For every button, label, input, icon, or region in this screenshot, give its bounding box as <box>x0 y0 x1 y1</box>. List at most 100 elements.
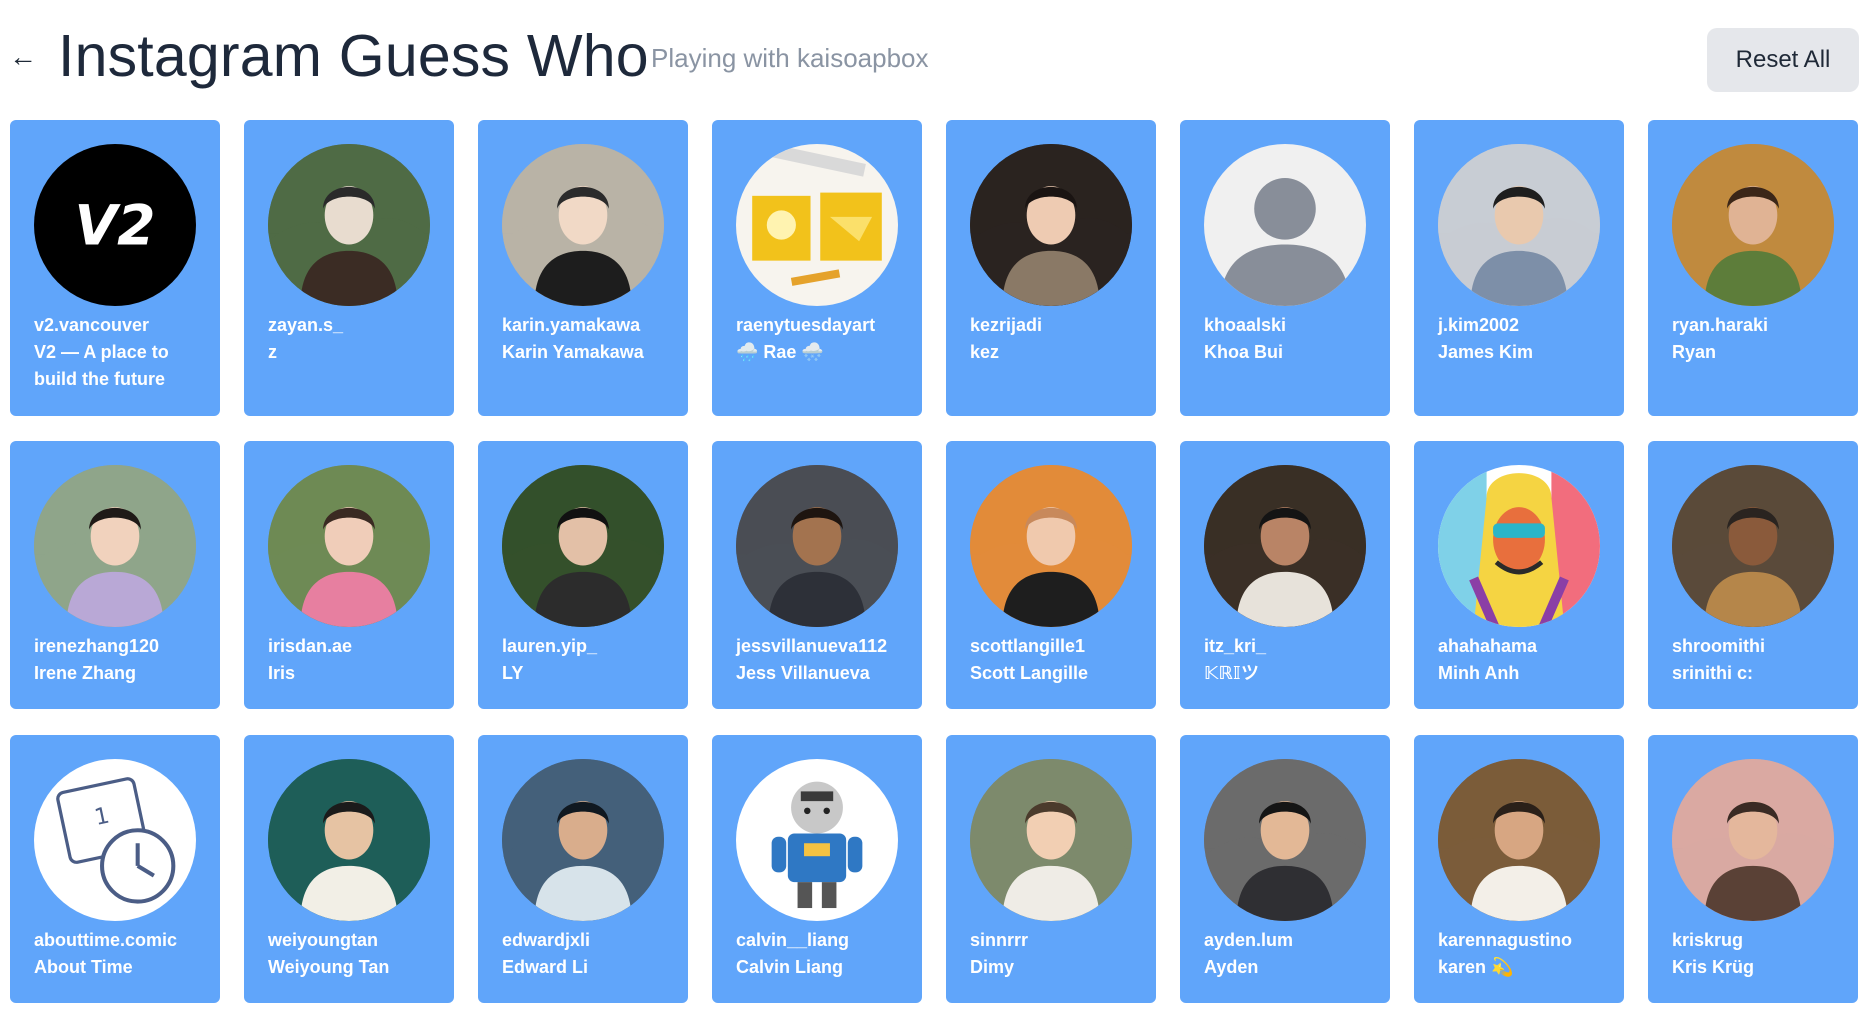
profile-card[interactable]: itz_kri_ 𝕂ℝ𝕀ツ <box>1180 441 1390 709</box>
avatar <box>1438 465 1600 627</box>
display-name: Weiyoung Tan <box>268 957 390 977</box>
username: calvin__liang <box>736 930 850 950</box>
username: ayden.lum <box>1204 930 1294 950</box>
username: kriskrug <box>1672 930 1744 950</box>
avatar: 1 <box>34 759 196 921</box>
card-text: itz_kri_ 𝕂ℝ𝕀ツ <box>1204 633 1376 687</box>
profile-card[interactable]: ryan.haraki Ryan <box>1648 120 1858 416</box>
username: v2.vancouver <box>34 315 150 335</box>
card-text: kriskrug Kris Krüg <box>1672 927 1844 981</box>
display-name: Scott Langille <box>970 663 1089 683</box>
card-text: edwardjxli Edward Li <box>502 927 674 981</box>
profile-grid: V2 v2.vancouver V2 — A place to build the f… <box>0 0 1875 1035</box>
avatar <box>1672 759 1834 921</box>
card-text: ahahahama Minh Anh <box>1438 633 1610 687</box>
profile-card[interactable]: 1 abouttime.comic About Time <box>10 735 220 1003</box>
card-text: abouttime.comic About Time <box>34 927 206 981</box>
username: lauren.yip_ <box>502 636 598 656</box>
display-name: karen 💫 <box>1438 957 1514 977</box>
display-name: About Time <box>34 957 133 977</box>
card-text: ryan.haraki Ryan <box>1672 312 1844 366</box>
avatar <box>1204 465 1366 627</box>
username: shroomithi <box>1672 636 1765 656</box>
card-text: weiyoungtan Weiyoung Tan <box>268 927 440 981</box>
card-text: calvin__liang Calvin Liang <box>736 927 908 981</box>
card-text: ayden.lum Ayden <box>1204 927 1376 981</box>
card-text: karennagustino karen 💫 <box>1438 927 1610 981</box>
avatar <box>1672 465 1834 627</box>
display-name: Minh Anh <box>1438 663 1520 683</box>
profile-card[interactable]: karin.yamakawa Karin Yamakawa <box>478 120 688 416</box>
username: kezrijadi <box>970 315 1043 335</box>
avatar <box>1204 144 1366 306</box>
profile-card[interactable]: weiyoungtan Weiyoung Tan <box>244 735 454 1003</box>
username: zayan.s_ <box>268 315 344 335</box>
avatar <box>268 465 430 627</box>
username: karennagustino <box>1438 930 1573 950</box>
card-text: irisdan.ae Iris <box>268 633 440 687</box>
profile-card[interactable]: scottlangille1 Scott Langille <box>946 441 1156 709</box>
card-text: shroomithi srinithi c: <box>1672 633 1844 687</box>
avatar <box>736 144 898 306</box>
display-name: Dimy <box>970 957 1015 977</box>
card-text: zayan.s_z <box>268 312 440 366</box>
avatar <box>1204 759 1366 921</box>
profile-card[interactable]: irenezhang120 Irene Zhang <box>10 441 220 709</box>
avatar <box>502 759 664 921</box>
display-name-line: build the future <box>34 369 165 389</box>
username: j.kim2002 <box>1438 315 1520 335</box>
avatar <box>1438 759 1600 921</box>
profile-card[interactable]: shroomithi srinithi c: <box>1648 441 1858 709</box>
display-name: Ryan <box>1672 342 1717 362</box>
username: sinnrrr <box>970 930 1029 950</box>
display-name: Kris Krüg <box>1672 957 1755 977</box>
card-text: irenezhang120 Irene Zhang <box>34 633 206 687</box>
profile-card[interactable]: irisdan.ae Iris <box>244 441 454 709</box>
profile-card[interactable]: kriskrug Kris Krüg <box>1648 735 1858 1003</box>
card-text: sinnrrr Dimy <box>970 927 1142 981</box>
username: karin.yamakawa <box>502 315 641 335</box>
profile-card[interactable]: calvin__liang Calvin Liang <box>712 735 922 1003</box>
card-text: lauren.yip_ LY <box>502 633 674 687</box>
profile-card[interactable]: j.kim2002 James Kim <box>1414 120 1624 416</box>
display-name: Iris <box>268 663 296 683</box>
display-name: LY <box>502 663 524 683</box>
profile-card[interactable]: edwardjxli Edward Li <box>478 735 688 1003</box>
card-text: raenytuesdayart 🌧️ Rae 🌨️ <box>736 312 908 366</box>
card-text: jessvillanueva112 Jess Villanueva <box>736 633 908 687</box>
username: irenezhang120 <box>34 636 160 656</box>
display-name: z <box>268 342 277 362</box>
display-name: srinithi c: <box>1672 663 1754 683</box>
profile-card[interactable]: raenytuesdayart 🌧️ Rae 🌨️ <box>712 120 922 416</box>
profile-card[interactable]: karennagustino karen 💫 <box>1414 735 1624 1003</box>
display-name: kez <box>970 342 1000 362</box>
display-name: Karin Yamakawa <box>502 342 644 362</box>
card-text: v2.vancouver V2 — A place to build the fut… <box>34 312 206 393</box>
display-name: Ayden <box>1204 957 1259 977</box>
profile-card[interactable]: ayden.lum Ayden <box>1180 735 1390 1003</box>
profile-card[interactable]: lauren.yip_ LY <box>478 441 688 709</box>
profile-card[interactable]: jessvillanueva112 Jess Villanueva <box>712 441 922 709</box>
avatar <box>1672 144 1834 306</box>
display-name: Edward Li <box>502 957 589 977</box>
username: ryan.haraki <box>1672 315 1769 335</box>
profile-card[interactable]: ahahahama Minh Anh <box>1414 441 1624 709</box>
card-text: karin.yamakawa Karin Yamakawa <box>502 312 674 366</box>
card-text: kezrijadi kez <box>970 312 1142 366</box>
display-name: Khoa Bui <box>1204 342 1283 362</box>
card-text: scottlangille1 Scott Langille <box>970 633 1142 687</box>
username: scottlangille1 <box>970 636 1086 656</box>
profile-card[interactable]: zayan.s_z <box>244 120 454 416</box>
card-text: khoaalski Khoa Bui <box>1204 312 1376 366</box>
avatar <box>502 144 664 306</box>
profile-card[interactable]: sinnrrr Dimy <box>946 735 1156 1003</box>
username: abouttime.comic <box>34 930 178 950</box>
profile-card[interactable]: V2 v2.vancouver V2 — A place to build the f… <box>10 120 220 416</box>
avatar: V2 <box>34 144 196 306</box>
avatar <box>970 465 1132 627</box>
profile-card[interactable]: kezrijadi kez <box>946 120 1156 416</box>
profile-card[interactable]: khoaalski Khoa Bui <box>1180 120 1390 416</box>
svg-text:V2: V2 <box>75 193 156 257</box>
username: ahahahama <box>1438 636 1538 656</box>
username: khoaalski <box>1204 315 1287 335</box>
